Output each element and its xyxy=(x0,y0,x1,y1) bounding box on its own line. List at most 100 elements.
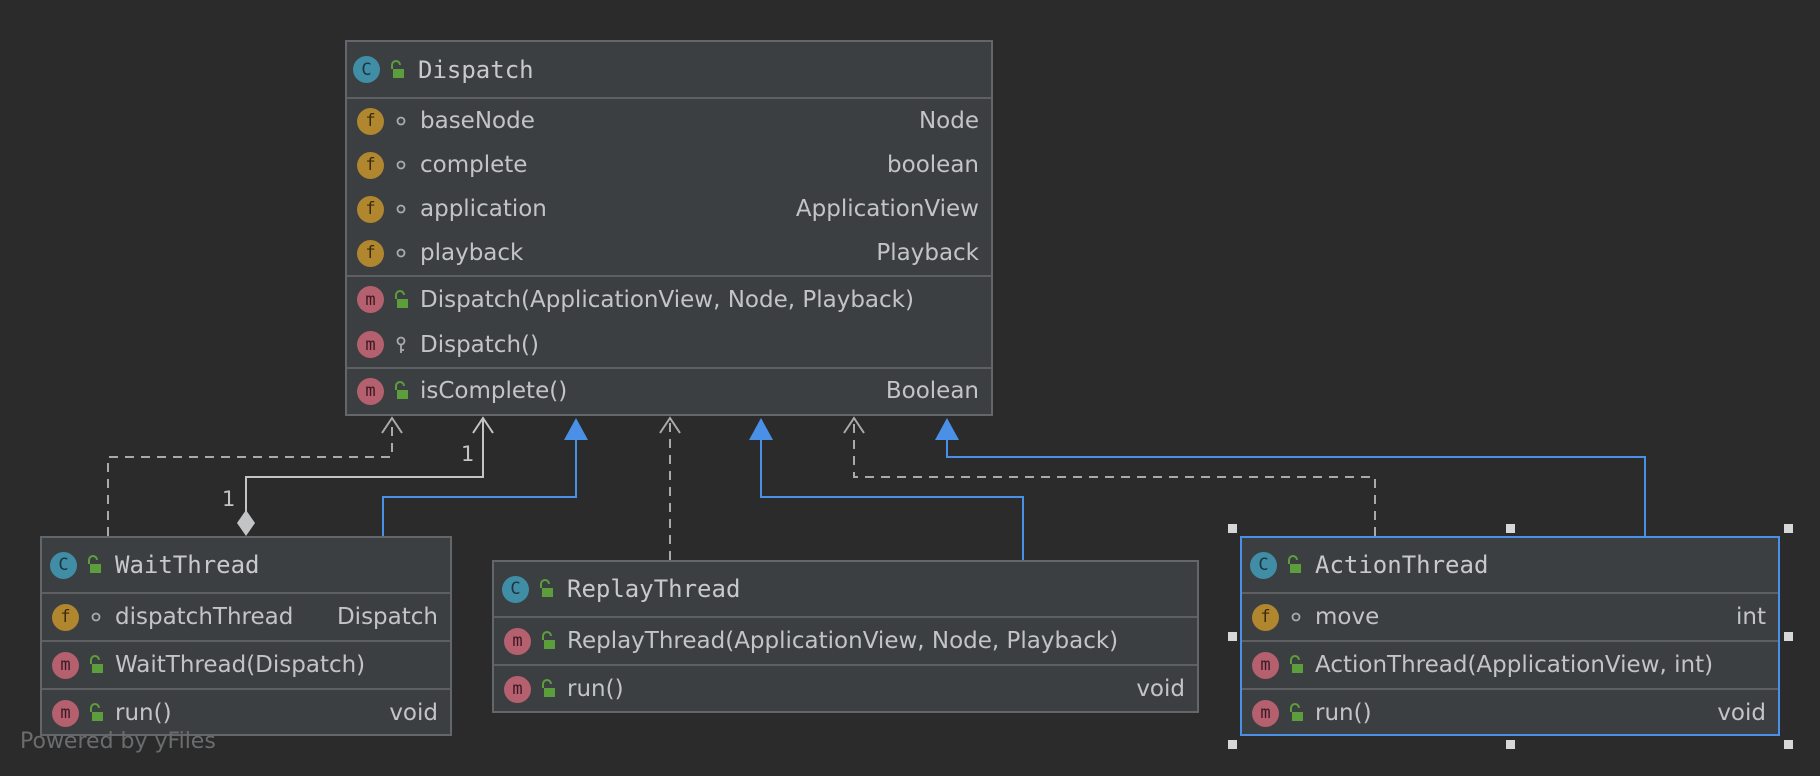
field-row[interactable]: f complete boolean xyxy=(347,143,991,187)
constructors-section: m Dispatch(ApplicationView, Node, Playba… xyxy=(347,277,991,369)
package-visibility-icon xyxy=(392,109,412,133)
class-header: C WaitThread xyxy=(42,538,450,594)
arrowhead-replaythread-inheritance xyxy=(749,418,773,440)
field-icon: f xyxy=(52,603,79,631)
resize-handle-bottom-left[interactable] xyxy=(1228,740,1237,749)
field-name: dispatchThread xyxy=(115,604,294,630)
field-icon: f xyxy=(357,195,384,223)
method-return-type: void xyxy=(389,700,438,726)
method-row[interactable]: m run() void xyxy=(1242,690,1778,736)
method-name: run() xyxy=(1315,700,1372,726)
method-row[interactable]: m ActionThread(ApplicationView, int) xyxy=(1242,642,1778,688)
method-icon: m xyxy=(504,627,531,655)
field-row[interactable]: f application ApplicationView xyxy=(347,187,991,231)
fields-section: f baseNode Node f complete boolean f app… xyxy=(347,99,991,277)
public-lock-icon xyxy=(539,629,559,653)
fields-section: f move int xyxy=(1242,594,1778,642)
field-row[interactable]: f baseNode Node xyxy=(347,99,991,143)
method-name: isComplete() xyxy=(420,378,568,404)
private-key-icon xyxy=(392,333,412,357)
field-type: Playback xyxy=(876,240,979,266)
public-lock-icon xyxy=(85,553,105,577)
method-icon: m xyxy=(1252,651,1279,679)
package-visibility-icon xyxy=(392,197,412,221)
methods-section: m isComplete() Boolean xyxy=(347,369,991,413)
class-icon: C xyxy=(1250,551,1277,579)
field-row[interactable]: f dispatchThread Dispatch xyxy=(42,594,450,640)
class-icon: C xyxy=(502,575,529,603)
method-return-type: void xyxy=(1136,676,1185,702)
field-type: boolean xyxy=(887,152,979,178)
diamond-waitthread-composition xyxy=(237,510,255,536)
package-visibility-icon xyxy=(392,241,412,265)
method-name: Dispatch() xyxy=(420,331,539,358)
class-header: C ReplayThread xyxy=(494,562,1197,618)
method-row[interactable]: m WaitThread(Dispatch) xyxy=(42,642,450,688)
method-return-type: void xyxy=(1717,700,1766,726)
multiplicity-target: 1 xyxy=(461,442,475,466)
field-type: ApplicationView xyxy=(795,196,979,222)
field-row[interactable]: f playback Playback xyxy=(347,231,991,275)
package-visibility-icon xyxy=(392,153,412,177)
resize-handle-top[interactable] xyxy=(1506,524,1515,533)
resize-handle-right[interactable] xyxy=(1784,632,1793,641)
methods-section: m run() void xyxy=(494,666,1197,712)
field-name: complete xyxy=(420,152,528,178)
method-icon: m xyxy=(1252,699,1279,727)
edge-waitthread-inheritance xyxy=(382,440,577,536)
package-visibility-icon xyxy=(1287,605,1307,629)
method-icon: m xyxy=(357,331,384,358)
class-name: Dispatch xyxy=(418,55,534,84)
method-icon: m xyxy=(504,675,531,703)
field-name: baseNode xyxy=(420,108,535,134)
resize-handle-left[interactable] xyxy=(1228,632,1237,641)
field-type: int xyxy=(1736,604,1766,630)
method-name: run() xyxy=(115,700,172,726)
method-row[interactable]: m isComplete() Boolean xyxy=(347,369,991,413)
arrowhead-waitthread-inheritance xyxy=(564,418,588,440)
public-lock-icon xyxy=(392,379,412,403)
field-name: playback xyxy=(420,240,524,266)
method-icon: m xyxy=(357,377,384,405)
edge-waitthread-composition xyxy=(245,420,484,512)
public-lock-icon xyxy=(539,677,559,701)
method-row[interactable]: m Dispatch(ApplicationView, Node, Playba… xyxy=(347,277,991,322)
method-name: ActionThread(ApplicationView, int) xyxy=(1315,652,1714,678)
method-name: WaitThread(Dispatch) xyxy=(115,652,366,678)
package-visibility-icon xyxy=(87,605,107,629)
public-lock-icon xyxy=(392,288,412,312)
field-name: application xyxy=(420,196,547,222)
class-node-waitthread[interactable]: C WaitThread f dispatchThread Dispatch m… xyxy=(40,536,452,736)
method-row[interactable]: m run() void xyxy=(494,666,1197,712)
edge-actionthread-inheritance xyxy=(946,440,1646,536)
field-icon: f xyxy=(1252,603,1279,631)
field-row[interactable]: f move int xyxy=(1242,594,1778,640)
resize-handle-bottom-right[interactable] xyxy=(1784,740,1793,749)
method-name: ReplayThread(ApplicationView, Node, Play… xyxy=(567,628,1119,654)
public-lock-icon xyxy=(388,58,408,82)
class-name: ReplayThread xyxy=(567,575,741,603)
constructors-section: m ActionThread(ApplicationView, int) xyxy=(1242,642,1778,690)
class-node-actionthread[interactable]: C ActionThread f move int m ActionThread… xyxy=(1240,536,1780,736)
method-row[interactable]: m Dispatch() xyxy=(347,322,991,367)
method-icon: m xyxy=(357,286,384,313)
field-name: move xyxy=(1315,604,1380,630)
arrowhead-actionthread-inheritance xyxy=(935,418,959,440)
class-name: ActionThread xyxy=(1315,551,1489,579)
field-type: Dispatch xyxy=(336,604,438,630)
public-lock-icon xyxy=(1285,553,1305,577)
class-header: C Dispatch xyxy=(347,42,991,99)
class-node-dispatch[interactable]: C Dispatch f baseNode Node f complete bo… xyxy=(345,40,993,416)
class-node-replaythread[interactable]: C ReplayThread m ReplayThread(Applicatio… xyxy=(492,560,1199,713)
field-type: Node xyxy=(918,108,979,134)
class-icon: C xyxy=(50,551,77,579)
constructors-section: m WaitThread(Dispatch) xyxy=(42,642,450,690)
field-icon: f xyxy=(357,239,384,267)
resize-handle-top-right[interactable] xyxy=(1784,524,1793,533)
method-row[interactable]: m ReplayThread(ApplicationView, Node, Pl… xyxy=(494,618,1197,664)
class-name: WaitThread xyxy=(115,551,260,579)
resize-handle-top-left[interactable] xyxy=(1228,524,1237,533)
method-icon: m xyxy=(52,651,79,679)
class-header: C ActionThread xyxy=(1242,538,1778,594)
resize-handle-bottom[interactable] xyxy=(1506,740,1515,749)
